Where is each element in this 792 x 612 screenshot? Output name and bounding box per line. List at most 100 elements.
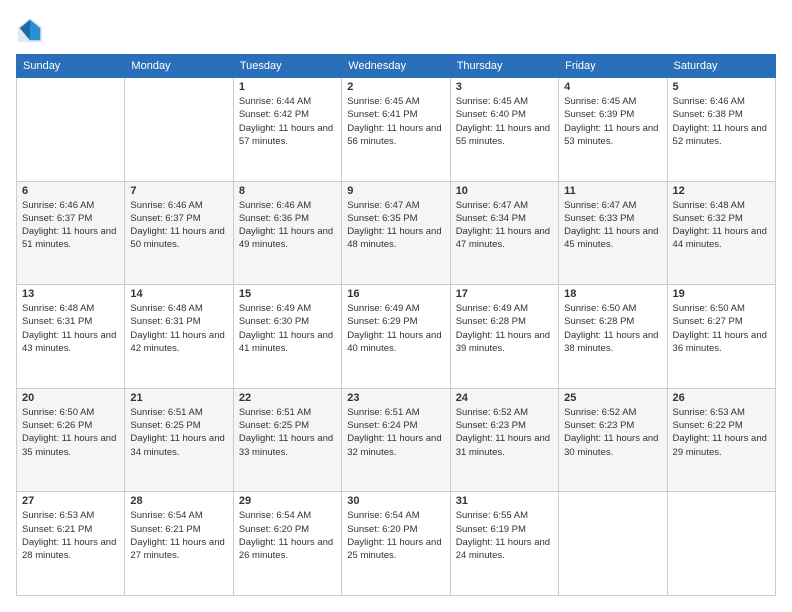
- day-info: Sunrise: 6:50 AMSunset: 6:27 PMDaylight:…: [673, 302, 770, 355]
- day-info: Sunrise: 6:44 AMSunset: 6:42 PMDaylight:…: [239, 95, 336, 148]
- day-cell: 23Sunrise: 6:51 AMSunset: 6:24 PMDayligh…: [342, 388, 450, 492]
- logo-icon: [16, 16, 44, 44]
- day-info: Sunrise: 6:53 AMSunset: 6:21 PMDaylight:…: [22, 509, 119, 562]
- calendar: SundayMondayTuesdayWednesdayThursdayFrid…: [16, 54, 776, 596]
- day-info: Sunrise: 6:54 AMSunset: 6:20 PMDaylight:…: [347, 509, 444, 562]
- day-info: Sunrise: 6:46 AMSunset: 6:37 PMDaylight:…: [22, 199, 119, 252]
- day-number: 4: [564, 81, 661, 93]
- day-cell: 24 Sunrise: 6:52 AMSunset: 6:23 PMDayligh…: [450, 388, 558, 492]
- day-number: 30: [347, 495, 444, 507]
- day-cell: 31 Sunrise: 6:55 AMSunset: 6:19 PMDayligh…: [450, 492, 558, 596]
- day-info: Sunrise: 6:52 AMSunset: 6:23 PMDaylight:…: [456, 406, 553, 459]
- header: [16, 16, 776, 44]
- day-cell: 13Sunrise: 6:48 AMSunset: 6:31 PMDayligh…: [17, 285, 125, 389]
- day-info: Sunrise: 6:47 AMSunset: 6:35 PMDaylight:…: [347, 199, 444, 252]
- day-info: Sunrise: 6:51 AMSunset: 6:25 PMDaylight:…: [130, 406, 227, 459]
- day-cell: [125, 78, 233, 182]
- day-cell: 27 Sunrise: 6:53 AMSunset: 6:21 PMDayligh…: [17, 492, 125, 596]
- weekday-header-tuesday: Tuesday: [233, 55, 341, 78]
- weekday-header-monday: Monday: [125, 55, 233, 78]
- day-info: Sunrise: 6:45 AMSunset: 6:40 PMDaylight:…: [456, 95, 553, 148]
- day-number: 11: [564, 185, 661, 197]
- day-info: Sunrise: 6:46 AMSunset: 6:37 PMDaylight:…: [130, 199, 227, 252]
- day-number: 24: [456, 392, 553, 404]
- day-cell: 19 Sunrise: 6:50 AMSunset: 6:27 PMDayligh…: [667, 285, 775, 389]
- day-number: 26: [673, 392, 770, 404]
- day-info: Sunrise: 6:55 AMSunset: 6:19 PMDaylight:…: [456, 509, 553, 562]
- day-cell: 2 Sunrise: 6:45 AMSunset: 6:41 PMDaylight…: [342, 78, 450, 182]
- day-number: 2: [347, 81, 444, 93]
- day-info: Sunrise: 6:49 AMSunset: 6:30 PMDaylight:…: [239, 302, 336, 355]
- weekday-header-friday: Friday: [559, 55, 667, 78]
- day-number: 5: [673, 81, 770, 93]
- day-info: Sunrise: 6:48 AMSunset: 6:32 PMDaylight:…: [673, 199, 770, 252]
- weekday-header-wednesday: Wednesday: [342, 55, 450, 78]
- day-number: 10: [456, 185, 553, 197]
- weekday-header-row: SundayMondayTuesdayWednesdayThursdayFrid…: [17, 55, 776, 78]
- day-number: 14: [130, 288, 227, 300]
- day-cell: 4Sunrise: 6:45 AMSunset: 6:39 PMDaylight…: [559, 78, 667, 182]
- week-row-4: 20Sunrise: 6:50 AMSunset: 6:26 PMDayligh…: [17, 388, 776, 492]
- day-info: Sunrise: 6:49 AMSunset: 6:28 PMDaylight:…: [456, 302, 553, 355]
- day-cell: 3 Sunrise: 6:45 AMSunset: 6:40 PMDaylight…: [450, 78, 558, 182]
- day-cell: 9 Sunrise: 6:47 AMSunset: 6:35 PMDaylight…: [342, 181, 450, 285]
- day-cell: 7 Sunrise: 6:46 AMSunset: 6:37 PMDaylight…: [125, 181, 233, 285]
- day-info: Sunrise: 6:54 AMSunset: 6:21 PMDaylight:…: [130, 509, 227, 562]
- day-cell: 29Sunrise: 6:54 AMSunset: 6:20 PMDayligh…: [233, 492, 341, 596]
- day-info: Sunrise: 6:49 AMSunset: 6:29 PMDaylight:…: [347, 302, 444, 355]
- day-cell: 20Sunrise: 6:50 AMSunset: 6:26 PMDayligh…: [17, 388, 125, 492]
- day-number: 21: [130, 392, 227, 404]
- day-cell: 5Sunrise: 6:46 AMSunset: 6:38 PMDaylight…: [667, 78, 775, 182]
- day-cell: 11 Sunrise: 6:47 AMSunset: 6:33 PMDayligh…: [559, 181, 667, 285]
- day-number: 25: [564, 392, 661, 404]
- day-number: 9: [347, 185, 444, 197]
- day-info: Sunrise: 6:47 AMSunset: 6:33 PMDaylight:…: [564, 199, 661, 252]
- week-row-2: 6Sunrise: 6:46 AMSunset: 6:37 PMDaylight…: [17, 181, 776, 285]
- day-cell: 10 Sunrise: 6:47 AMSunset: 6:34 PMDayligh…: [450, 181, 558, 285]
- day-cell: 15Sunrise: 6:49 AMSunset: 6:30 PMDayligh…: [233, 285, 341, 389]
- day-number: 16: [347, 288, 444, 300]
- day-info: Sunrise: 6:51 AMSunset: 6:24 PMDaylight:…: [347, 406, 444, 459]
- day-number: 27: [22, 495, 119, 507]
- day-number: 28: [130, 495, 227, 507]
- day-cell: [559, 492, 667, 596]
- day-number: 29: [239, 495, 336, 507]
- week-row-1: 1 Sunrise: 6:44 AMSunset: 6:42 PMDaylight…: [17, 78, 776, 182]
- day-cell: 26 Sunrise: 6:53 AMSunset: 6:22 PMDayligh…: [667, 388, 775, 492]
- day-number: 19: [673, 288, 770, 300]
- day-number: 1: [239, 81, 336, 93]
- day-info: Sunrise: 6:48 AMSunset: 6:31 PMDaylight:…: [130, 302, 227, 355]
- day-cell: [667, 492, 775, 596]
- day-cell: 25Sunrise: 6:52 AMSunset: 6:23 PMDayligh…: [559, 388, 667, 492]
- day-cell: 14 Sunrise: 6:48 AMSunset: 6:31 PMDayligh…: [125, 285, 233, 389]
- day-cell: 21 Sunrise: 6:51 AMSunset: 6:25 PMDayligh…: [125, 388, 233, 492]
- day-cell: 1 Sunrise: 6:44 AMSunset: 6:42 PMDaylight…: [233, 78, 341, 182]
- day-cell: [17, 78, 125, 182]
- day-number: 12: [673, 185, 770, 197]
- day-cell: 6Sunrise: 6:46 AMSunset: 6:37 PMDaylight…: [17, 181, 125, 285]
- week-row-3: 13 Sunrise: 6:48 AMSunset: 6:31 PMDayligh…: [17, 285, 776, 389]
- day-cell: 16 Sunrise: 6:49 AMSunset: 6:29 PMDayligh…: [342, 285, 450, 389]
- week-row-5: 27 Sunrise: 6:53 AMSunset: 6:21 PMDayligh…: [17, 492, 776, 596]
- day-number: 31: [456, 495, 553, 507]
- day-cell: 28 Sunrise: 6:54 AMSunset: 6:21 PMDayligh…: [125, 492, 233, 596]
- day-info: Sunrise: 6:46 AMSunset: 6:36 PMDaylight:…: [239, 199, 336, 252]
- day-info: Sunrise: 6:47 AMSunset: 6:34 PMDaylight:…: [456, 199, 553, 252]
- day-number: 17: [456, 288, 553, 300]
- day-info: Sunrise: 6:45 AMSunset: 6:41 PMDaylight:…: [347, 95, 444, 148]
- day-info: Sunrise: 6:53 AMSunset: 6:22 PMDaylight:…: [673, 406, 770, 459]
- day-number: 3: [456, 81, 553, 93]
- weekday-header-thursday: Thursday: [450, 55, 558, 78]
- day-cell: 17 Sunrise: 6:49 AMSunset: 6:28 PMDayligh…: [450, 285, 558, 389]
- day-number: 7: [130, 185, 227, 197]
- day-info: Sunrise: 6:51 AMSunset: 6:25 PMDaylight:…: [239, 406, 336, 459]
- day-info: Sunrise: 6:50 AMSunset: 6:28 PMDaylight:…: [564, 302, 661, 355]
- day-number: 13: [22, 288, 119, 300]
- day-cell: 12 Sunrise: 6:48 AMSunset: 6:32 PMDayligh…: [667, 181, 775, 285]
- day-cell: 8Sunrise: 6:46 AMSunset: 6:36 PMDaylight…: [233, 181, 341, 285]
- day-number: 18: [564, 288, 661, 300]
- day-cell: 18 Sunrise: 6:50 AMSunset: 6:28 PMDayligh…: [559, 285, 667, 389]
- weekday-header-sunday: Sunday: [17, 55, 125, 78]
- day-info: Sunrise: 6:50 AMSunset: 6:26 PMDaylight:…: [22, 406, 119, 459]
- weekday-header-saturday: Saturday: [667, 55, 775, 78]
